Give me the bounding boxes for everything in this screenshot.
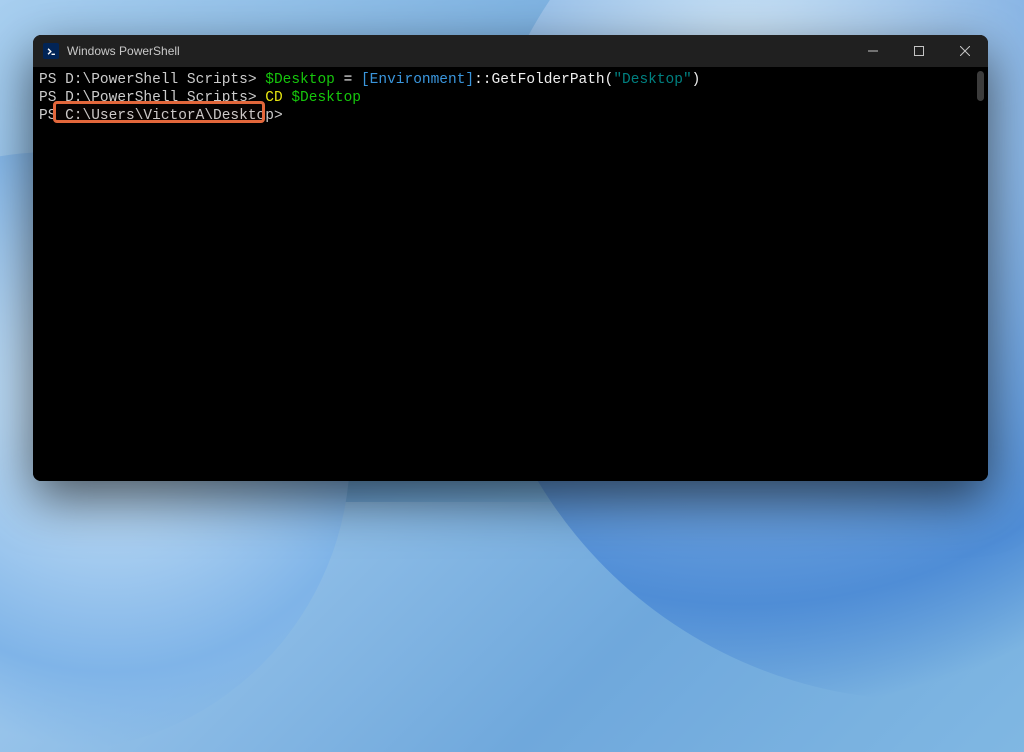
powershell-icon	[43, 43, 59, 59]
command-segment: CD	[265, 90, 291, 106]
terminal-pane[interactable]: PS D:\PowerShell Scripts> $Desktop = [En…	[33, 67, 988, 481]
command-segment: "Desktop"	[613, 72, 691, 88]
command-segment: )	[692, 72, 701, 88]
command-segment: ::GetFolderPath(	[474, 72, 613, 88]
command-segment: [Environment]	[361, 72, 474, 88]
scrollbar-thumb[interactable]	[977, 71, 984, 101]
window-title: Windows PowerShell	[67, 44, 180, 58]
titlebar[interactable]: Windows PowerShell	[33, 35, 988, 67]
command-segment: =	[335, 72, 361, 88]
maximize-button[interactable]	[896, 35, 942, 67]
minimize-button[interactable]	[850, 35, 896, 67]
command-segment: $Desktop	[265, 72, 335, 88]
command-segment: $Desktop	[291, 90, 361, 106]
close-button[interactable]	[942, 35, 988, 67]
terminal-line: PS D:\PowerShell Scripts> $Desktop = [En…	[39, 71, 988, 89]
annotation-highlight	[53, 101, 265, 123]
window-controls	[850, 35, 988, 67]
prompt: PS D:\PowerShell Scripts>	[39, 72, 265, 88]
